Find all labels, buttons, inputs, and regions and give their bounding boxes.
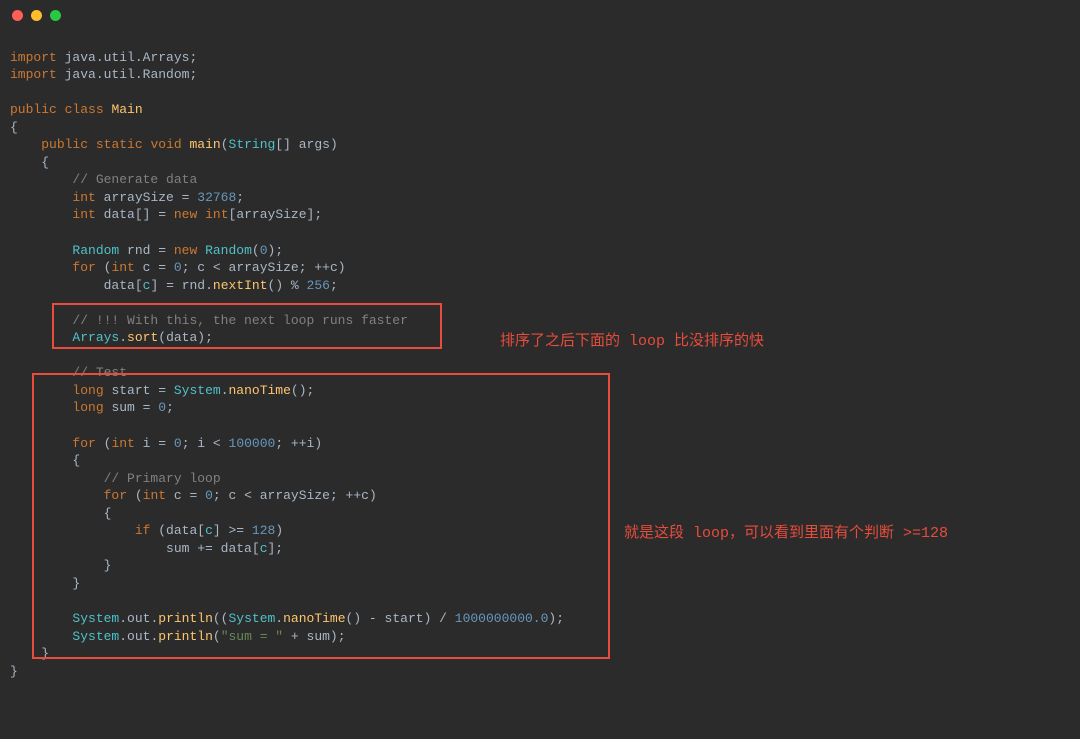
code-line: { <box>10 155 49 170</box>
maximize-icon[interactable] <box>50 10 61 21</box>
code-line: // Generate data <box>10 172 197 187</box>
code-line: } <box>10 646 49 661</box>
code-line: sum += data[c]; <box>10 541 283 556</box>
code-line: } <box>10 664 18 679</box>
code-line: } <box>10 558 111 573</box>
code-line: public class Main <box>10 102 143 117</box>
code-line: { <box>10 506 111 521</box>
code-line: import java.util.Random; <box>10 67 197 82</box>
code-line: for (int i = 0; i < 100000; ++i) <box>10 436 322 451</box>
code-line: int data[] = new int[arraySize]; <box>10 207 322 222</box>
code-line: data[c] = rnd.nextInt() % 256; <box>10 278 338 293</box>
minimize-icon[interactable] <box>31 10 42 21</box>
code-line: import java.util.Arrays; <box>10 50 197 65</box>
code-line: for (int c = 0; c < arraySize; ++c) <box>10 260 346 275</box>
window-controls <box>0 0 1080 25</box>
code-line: long sum = 0; <box>10 400 174 415</box>
code-line: // Test <box>10 365 127 380</box>
code-line: Random rnd = new Random(0); <box>10 243 283 258</box>
code-line: // !!! With this, the next loop runs fas… <box>10 313 408 328</box>
code-line: System.out.println("sum = " + sum); <box>10 629 346 644</box>
code-line: System.out.println((System.nanoTime() - … <box>10 611 564 626</box>
code-line: public static void main(String[] args) <box>10 137 338 152</box>
code-line: { <box>10 453 80 468</box>
code-line: } <box>10 576 80 591</box>
code-line: for (int c = 0; c < arraySize; ++c) <box>10 488 377 503</box>
code-line: // Primary loop <box>10 471 221 486</box>
code-line: if (data[c] >= 128) <box>10 523 283 538</box>
close-icon[interactable] <box>12 10 23 21</box>
code-line: long start = System.nanoTime(); <box>10 383 314 398</box>
code-line: int arraySize = 32768; <box>10 190 244 205</box>
code-line: { <box>10 120 18 135</box>
code-editor: import java.util.Arrays; import java.uti… <box>0 25 1080 739</box>
code-line: Arrays.sort(data); <box>10 330 213 345</box>
